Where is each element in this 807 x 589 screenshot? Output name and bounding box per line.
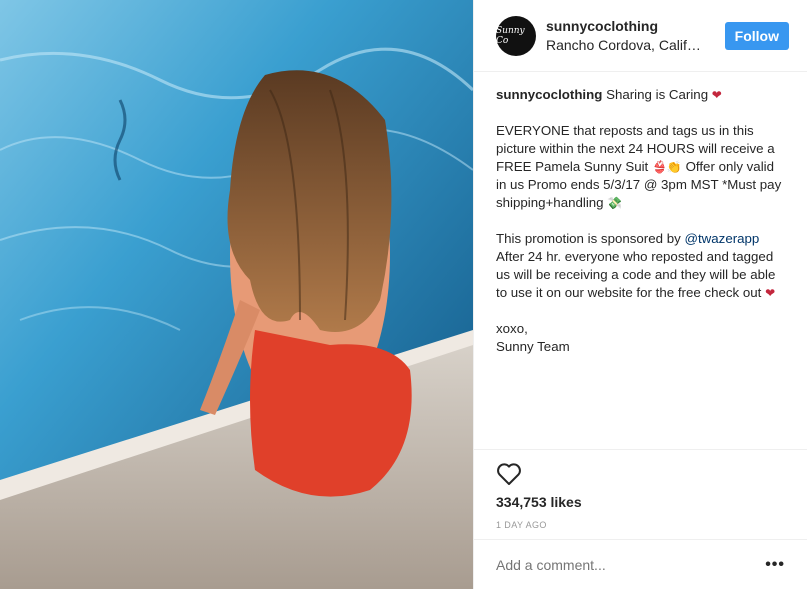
caption-paragraph-1: EVERYONE that reposts and tags us in thi…: [496, 122, 787, 212]
post-timestamp[interactable]: 1 DAY AGO: [496, 520, 785, 530]
caption-sign1: xoxo,: [496, 321, 528, 336]
avatar[interactable]: Sunny Co: [496, 15, 536, 56]
money-emoji-icon: 💸: [607, 196, 623, 210]
avatar-logo-text: Sunny Co: [496, 25, 525, 46]
post-header: Sunny Co sunnycoclothing Rancho Cordova,…: [474, 0, 807, 72]
pool-photo-illustration: [0, 0, 473, 589]
caption-paragraph-2: This promotion is sponsored by @twazerap…: [496, 230, 787, 302]
caption-line1: Sharing is Caring: [606, 87, 709, 102]
mention-link[interactable]: @twazerapp: [684, 231, 759, 246]
heart-emoji-icon-2: ❤: [765, 286, 776, 300]
swimsuit-emoji-icon: 👙: [651, 160, 667, 174]
header-info: sunnycoclothing Rancho Cordova, Califor.…: [546, 18, 725, 53]
like-heart-icon[interactable]: [496, 462, 522, 486]
post-actions: 334,753 likes 1 DAY AGO: [474, 449, 807, 539]
caption-sign2: Sunny Team: [496, 339, 570, 354]
instagram-post: Sunny Co sunnycoclothing Rancho Cordova,…: [0, 0, 807, 589]
caption-p2a: This promotion is sponsored by: [496, 231, 681, 246]
post-details-panel: Sunny Co sunnycoclothing Rancho Cordova,…: [473, 0, 807, 589]
comment-bar: •••: [474, 539, 807, 589]
follow-button[interactable]: Follow: [724, 21, 789, 50]
location-link[interactable]: Rancho Cordova, Califor..: [546, 37, 706, 53]
caption: sunnycoclothing Sharing is Caring ❤ EVER…: [474, 72, 807, 449]
more-options-icon[interactable]: •••: [765, 556, 785, 574]
heart-emoji-icon: ❤: [711, 88, 722, 102]
username-link[interactable]: sunnycoclothing: [546, 18, 725, 34]
caption-first-line: sunnycoclothing Sharing is Caring ❤: [496, 86, 787, 104]
caption-p2b: After 24 hr. everyone who reposted and t…: [496, 249, 776, 300]
comment-input[interactable]: [496, 556, 766, 573]
likes-count[interactable]: 334,753 likes: [496, 494, 785, 510]
clap-emoji-icon: 👏: [666, 160, 682, 174]
caption-signoff: xoxo, Sunny Team: [496, 320, 787, 356]
post-photo[interactable]: [0, 0, 473, 589]
caption-username-link[interactable]: sunnycoclothing: [496, 87, 602, 102]
